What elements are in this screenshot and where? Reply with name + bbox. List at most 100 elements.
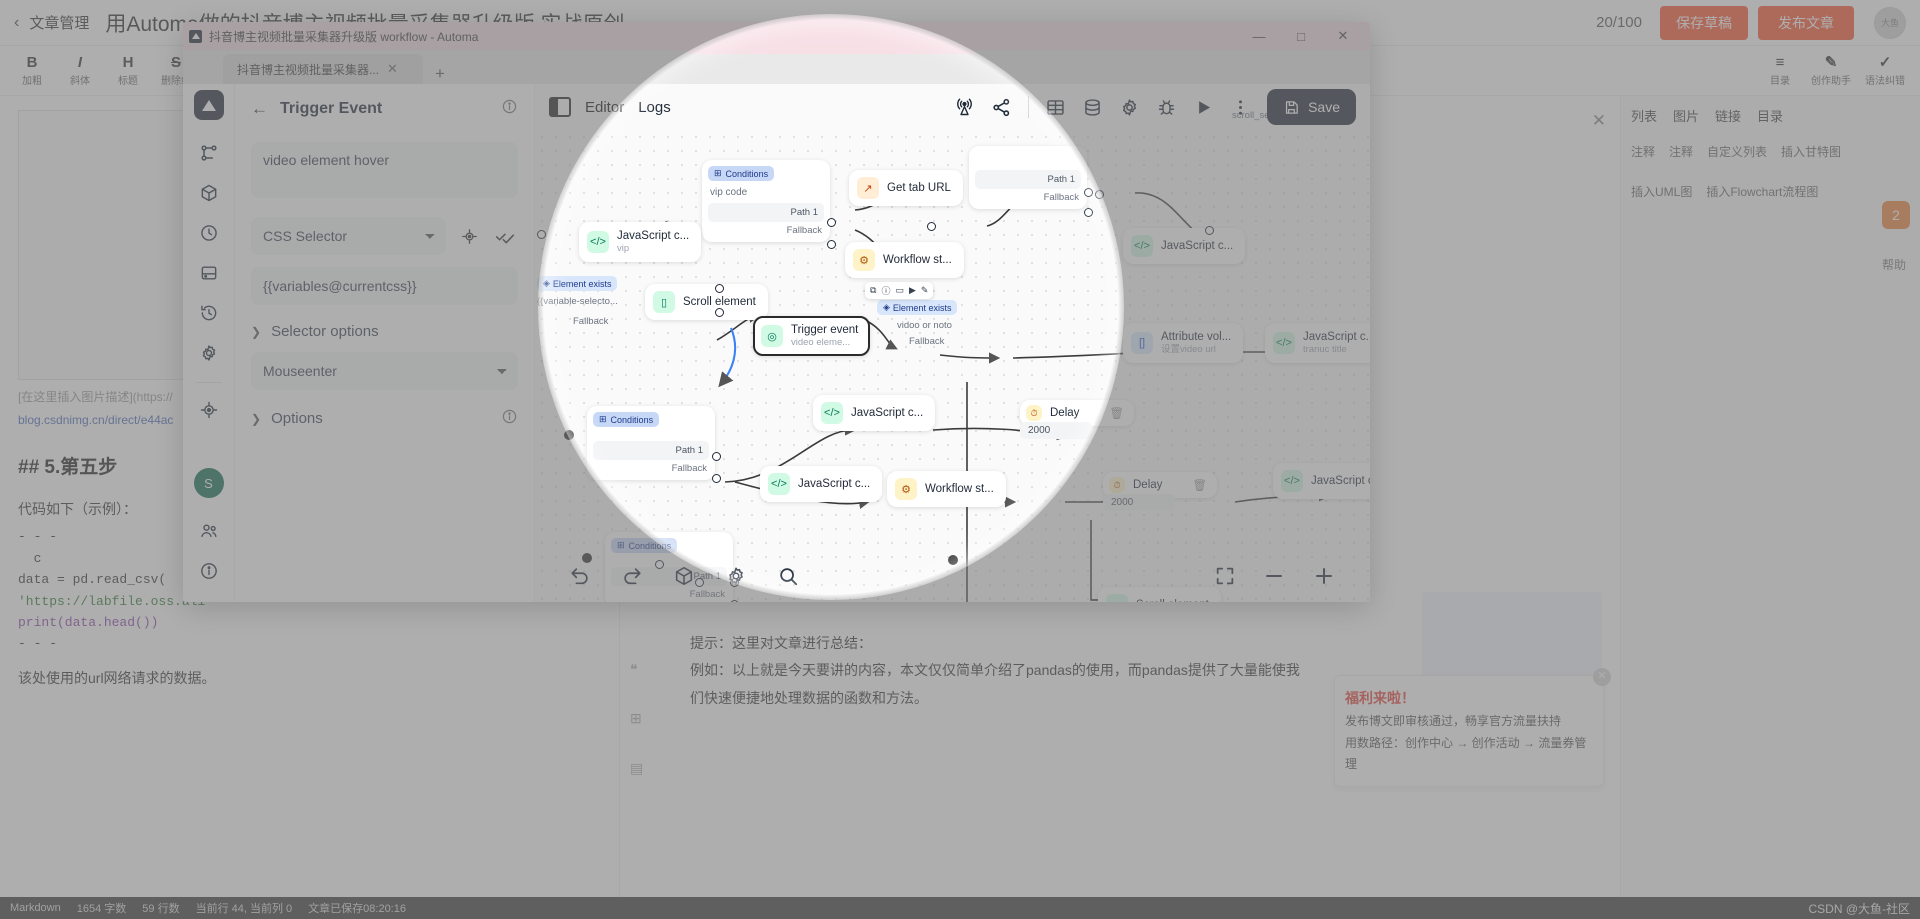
node-javascript-title[interactable]: </> JavaScript c... tranuc title	[1265, 323, 1370, 364]
run-icon-small[interactable]: ▶	[909, 285, 916, 296]
node-get-tab-url[interactable]: ↗ Get tab URL	[849, 170, 963, 206]
users-icon[interactable]	[192, 514, 226, 548]
port-1[interactable]	[537, 230, 546, 239]
tool-assistant[interactable]: ✎ 创作助手	[1806, 53, 1856, 89]
help-link[interactable]: 帮助	[1882, 256, 1906, 273]
zoom-in-icon[interactable]	[1312, 564, 1336, 588]
back-arrow-icon[interactable]: ‹	[14, 14, 19, 32]
tool-grammar[interactable]: ✓ 语法纠错	[1860, 53, 1910, 89]
right-item-1[interactable]: 注释	[1669, 139, 1693, 165]
storage-icon[interactable]	[192, 256, 226, 290]
port-out-path1[interactable]	[827, 218, 836, 227]
condition-node-2[interactable]: Path 1 Fallback	[969, 146, 1093, 217]
port-3[interactable]	[715, 308, 724, 317]
publish-article-button[interactable]: 发布文章	[1758, 5, 1854, 40]
info-icon[interactable]	[192, 554, 226, 588]
promo-close-icon[interactable]: ✕	[1593, 668, 1611, 687]
tool-heading[interactable]: H 标题	[106, 53, 150, 89]
right-item-0[interactable]: 注释	[1631, 139, 1655, 165]
tool-toc[interactable]: ≡ 目录	[1758, 53, 1802, 89]
right-item-2[interactable]: 自定义列表	[1707, 139, 1767, 165]
panel-info-icon[interactable]	[501, 98, 518, 120]
redo-icon[interactable]	[621, 565, 643, 587]
group-toolbar[interactable]: ⧉ ⓘ ▭ ▶ ✎	[865, 282, 934, 299]
floating-badge[interactable]: 2	[1882, 201, 1910, 229]
verify-selector-icon[interactable]	[492, 223, 518, 249]
right-item-4[interactable]: 插入UML图	[1631, 179, 1692, 205]
table-icon[interactable]	[1045, 97, 1066, 118]
tool-italic[interactable]: I 斜体	[58, 53, 102, 89]
undo-icon[interactable]	[569, 565, 591, 587]
search-icon[interactable]	[777, 565, 799, 587]
new-tab-icon[interactable]: +	[435, 64, 445, 84]
maximize-button[interactable]: □	[1280, 22, 1322, 50]
selector-options-toggle[interactable]: ❯ Selector options	[251, 317, 518, 346]
tab-link[interactable]: 链接	[1715, 106, 1741, 125]
delay-value-2[interactable]: 2000	[1103, 494, 1175, 511]
settings-icon[interactable]	[1119, 97, 1140, 118]
workflow-canvas[interactable]: ◈ Element exists {{variable-selecto... F…	[535, 110, 1370, 602]
port-out-fallback3[interactable]	[712, 474, 721, 483]
bug-icon[interactable]	[1156, 97, 1177, 118]
right-item-5[interactable]: 插入Flowchart流程图	[1706, 179, 1818, 205]
selector-value-input[interactable]	[251, 267, 518, 305]
tab-image[interactable]: 图片	[1673, 106, 1699, 125]
delete-icon-1[interactable]: 🗑	[1109, 406, 1124, 420]
port-out-fallback4[interactable]	[730, 600, 739, 602]
avatar[interactable]: 大鱼	[1874, 6, 1906, 39]
condition-node-vip-code[interactable]: ⊞ Conditions vip code Path 1 Fallback	[702, 160, 836, 249]
node-workflow-state-1[interactable]: ⚙ Workflow st...	[845, 242, 964, 278]
minimize-button[interactable]: —	[1238, 22, 1280, 50]
port-4[interactable]	[927, 222, 936, 231]
tab-editor[interactable]: Editor	[585, 99, 624, 116]
node-javascript-6[interactable]: </> JavaScript c...	[1273, 463, 1370, 499]
port-out-path3[interactable]	[712, 452, 721, 461]
node-javascript-vip[interactable]: </> JavaScript c... vip	[579, 222, 702, 263]
port-out-fallback2[interactable]	[1084, 208, 1093, 217]
tag-icon[interactable]: ▭	[895, 285, 904, 296]
info-icon-small[interactable]: ⓘ	[881, 284, 890, 297]
tab-logs[interactable]: Logs	[638, 99, 671, 116]
options-info-icon[interactable]	[501, 408, 518, 429]
share-icon[interactable]	[991, 97, 1012, 118]
node-scroll-element-1[interactable]: ▯ Scroll element	[645, 284, 768, 320]
node-trigger-event[interactable]: ◎ Trigger event video eleme...	[753, 316, 871, 357]
database-icon[interactable]	[1082, 97, 1103, 118]
tab-close-icon[interactable]: ✕	[387, 61, 398, 77]
node-javascript-4[interactable]: </> JavaScript c...	[813, 395, 936, 431]
blocks-icon[interactable]	[673, 565, 695, 587]
port-out-fallback1[interactable]	[827, 240, 836, 249]
description-textarea[interactable]	[251, 142, 518, 198]
port-out-path2[interactable]	[1084, 188, 1093, 197]
delay-value-1[interactable]: 2000	[1020, 422, 1092, 439]
clock-icon[interactable]	[192, 216, 226, 250]
edit-icon[interactable]: ✎	[921, 285, 929, 296]
tab-toc[interactable]: 目录	[1757, 106, 1783, 125]
condition-node-3[interactable]: ⊞ Conditions Path 1 Fallback	[587, 406, 721, 483]
options-toggle[interactable]: ❯ Options	[251, 402, 518, 435]
close-icon[interactable]: ✕	[1592, 104, 1606, 137]
selector-type-select[interactable]: CSS Selector XPath	[251, 217, 446, 255]
history-icon[interactable]	[192, 296, 226, 330]
user-avatar[interactable]: S	[193, 468, 224, 498]
browser-tab[interactable]: 抖音博主视频批量采集器... ✕	[223, 54, 423, 84]
close-button[interactable]: ✕	[1322, 22, 1364, 50]
save-draft-button[interactable]: 保存草稿	[1660, 5, 1748, 40]
tool-bold[interactable]: B 加粗	[10, 53, 54, 89]
save-button[interactable]: Save	[1267, 89, 1356, 125]
node-javascript-5[interactable]: </> JavaScript c...	[760, 466, 883, 502]
magic-icon[interactable]	[725, 565, 747, 587]
right-item-3[interactable]: 插入甘特图	[1781, 139, 1841, 165]
port-6[interactable]	[1205, 226, 1214, 235]
target-icon[interactable]	[192, 393, 226, 427]
panel-toggle-icon[interactable]	[549, 97, 571, 117]
node-javascript-3[interactable]: </> JavaScript c...	[1123, 228, 1246, 264]
run-icon[interactable]	[1193, 97, 1214, 118]
more-icon[interactable]	[1230, 97, 1251, 118]
zoom-out-icon[interactable]	[1262, 564, 1286, 588]
panel-back-icon[interactable]: ←	[251, 99, 268, 119]
broadcast-icon[interactable]	[954, 97, 975, 118]
event-type-select[interactable]: Mouseenter Mouseleave Click Focus	[251, 352, 518, 390]
fullscreen-icon[interactable]	[1214, 565, 1236, 587]
package-icon[interactable]	[192, 176, 226, 210]
